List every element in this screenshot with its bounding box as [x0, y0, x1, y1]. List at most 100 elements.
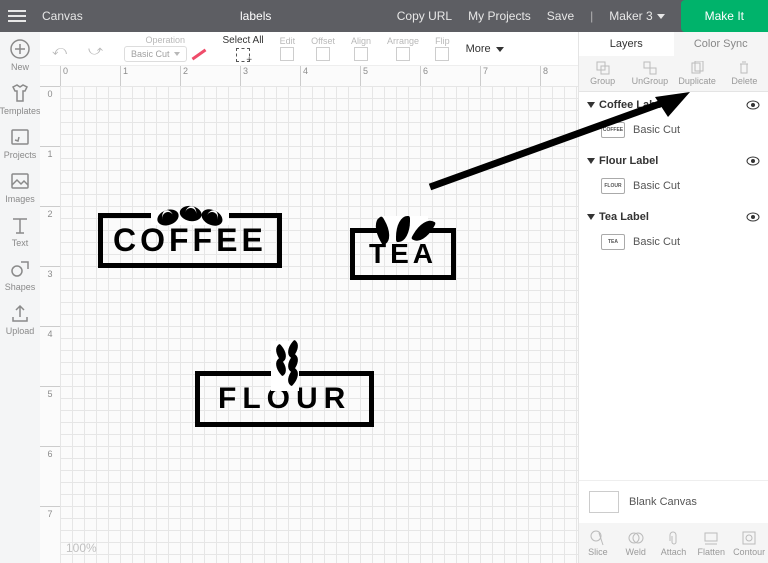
chevron-down-icon — [496, 47, 504, 52]
arrange-button[interactable]: Arrange — [381, 36, 425, 61]
ungroup-button[interactable]: UnGroup — [626, 56, 673, 91]
pen-color-icon[interactable] — [191, 48, 206, 60]
layer-thumb: FLOUR — [601, 178, 625, 194]
redo-button[interactable] — [82, 42, 114, 56]
layers-list: Coffee Label COFFEE Basic Cut Flour Labe… — [579, 92, 768, 480]
layer-type: Basic Cut — [633, 236, 680, 248]
zoom-level[interactable]: 100% — [66, 541, 97, 555]
canvas-area[interactable]: 012345678 01234567 COFFEE TEA FLOUR 100% — [40, 66, 578, 563]
separator: | — [582, 9, 601, 23]
edit-button[interactable]: Edit — [274, 36, 302, 61]
main-column: Operation Basic Cut Select All Edit Offs — [40, 32, 578, 563]
layer-type: Basic Cut — [633, 180, 680, 192]
more-button[interactable]: More — [460, 43, 510, 55]
operation-value: Basic Cut — [131, 49, 170, 59]
layer-name: Tea Label — [599, 211, 649, 223]
wheat-sprig-icon — [195, 341, 374, 391]
duplicate-button[interactable]: Duplicate — [674, 56, 721, 91]
machine-selector[interactable]: Maker 3 — [601, 9, 672, 23]
sidebar-images[interactable]: Images — [5, 170, 35, 204]
expand-icon — [587, 102, 595, 108]
undo-button[interactable] — [46, 42, 78, 56]
layer-thumb: TEA — [601, 234, 625, 250]
copy-url-button[interactable]: Copy URL — [389, 9, 460, 23]
sidebar-templates[interactable]: Templates — [0, 82, 41, 116]
attach-button[interactable]: Attach — [655, 523, 693, 563]
delete-button[interactable]: Delete — [721, 56, 768, 91]
tea-leaves-icon — [350, 216, 456, 242]
sidebar-text[interactable]: Text — [9, 214, 31, 248]
operation-group: Operation Basic Cut — [118, 35, 213, 62]
machine-name: Maker 3 — [609, 9, 652, 23]
align-icon — [354, 47, 368, 61]
panel-tabs: Layers Color Sync — [579, 32, 768, 56]
tab-layers[interactable]: Layers — [579, 32, 674, 56]
blank-canvas-label: Blank Canvas — [629, 496, 697, 508]
eye-icon[interactable] — [746, 210, 760, 224]
blank-canvas-row[interactable]: Blank Canvas — [579, 480, 768, 523]
flour-label-art[interactable]: FLOUR — [195, 341, 374, 427]
my-projects-button[interactable]: My Projects — [460, 9, 539, 23]
canvas-grid — [60, 86, 578, 563]
operation-select[interactable]: Basic Cut — [124, 46, 187, 62]
layer-row[interactable]: FLOUR Basic Cut — [579, 174, 768, 204]
flip-button[interactable]: Flip — [429, 36, 456, 61]
sidebar-projects[interactable]: Projects — [4, 126, 37, 160]
undo-icon — [52, 42, 72, 56]
offset-icon — [316, 47, 330, 61]
sidebar-label: Text — [12, 238, 29, 248]
edit-icon — [280, 47, 294, 61]
sidebar-label: New — [11, 62, 29, 72]
offset-button[interactable]: Offset — [305, 36, 341, 61]
sidebar-label: Images — [5, 194, 35, 204]
tea-label-art[interactable]: TEA — [350, 216, 456, 280]
weld-button[interactable]: Weld — [617, 523, 655, 563]
flatten-icon — [703, 530, 719, 546]
redo-icon — [88, 42, 108, 56]
layer-row[interactable]: TEA Basic Cut — [579, 230, 768, 260]
layer-row[interactable]: COFFEE Basic Cut — [579, 118, 768, 148]
trash-icon — [737, 61, 751, 75]
sidebar-shapes[interactable]: Shapes — [5, 258, 36, 292]
eye-icon[interactable] — [746, 154, 760, 168]
align-button[interactable]: Align — [345, 36, 377, 61]
layer-name: Flour Label — [599, 155, 658, 167]
make-it-button[interactable]: Make It — [681, 0, 768, 32]
duplicate-icon — [690, 61, 704, 75]
project-title[interactable]: labels — [240, 9, 271, 23]
contour-button[interactable]: Contour — [730, 523, 768, 563]
layers-footer: Slice Weld Attach Flatten Contour — [579, 523, 768, 563]
plus-circle-icon — [9, 38, 31, 60]
sidebar-new[interactable]: New — [9, 38, 31, 72]
eye-icon[interactable] — [746, 98, 760, 112]
slice-icon — [590, 530, 606, 546]
coffee-label-art[interactable]: COFFEE — [98, 210, 282, 268]
shapes-icon — [9, 258, 31, 280]
topbar: Canvas labels Copy URL My Projects Save … — [0, 0, 768, 32]
menu-icon[interactable] — [0, 0, 34, 32]
save-button[interactable]: Save — [539, 9, 582, 23]
ruler-horizontal: 012345678 — [60, 66, 578, 86]
slice-button[interactable]: Slice — [579, 523, 617, 563]
operation-label: Operation — [145, 35, 185, 45]
attach-icon — [665, 530, 681, 546]
tab-color-sync[interactable]: Color Sync — [674, 32, 768, 56]
image-icon — [9, 170, 31, 192]
select-all-button[interactable]: Select All — [217, 35, 270, 62]
upload-icon — [9, 302, 31, 324]
flip-icon — [435, 47, 449, 61]
group-icon — [596, 61, 610, 75]
app-name: Canvas — [34, 9, 91, 23]
expand-icon — [587, 214, 595, 220]
flatten-button[interactable]: Flatten — [692, 523, 730, 563]
contour-icon — [741, 530, 757, 546]
group-button[interactable]: Group — [579, 56, 626, 91]
weld-icon — [628, 530, 644, 546]
chevron-down-icon — [657, 14, 665, 19]
left-sidebar: New Templates Projects Images Text Shape… — [0, 32, 40, 563]
layers-panel: Layers Color Sync Group UnGroup Duplicat… — [578, 32, 768, 563]
layer-header[interactable]: Tea Label — [579, 204, 768, 230]
sidebar-upload[interactable]: Upload — [6, 302, 35, 336]
layer-header[interactable]: Coffee Label — [579, 92, 768, 118]
layer-header[interactable]: Flour Label — [579, 148, 768, 174]
